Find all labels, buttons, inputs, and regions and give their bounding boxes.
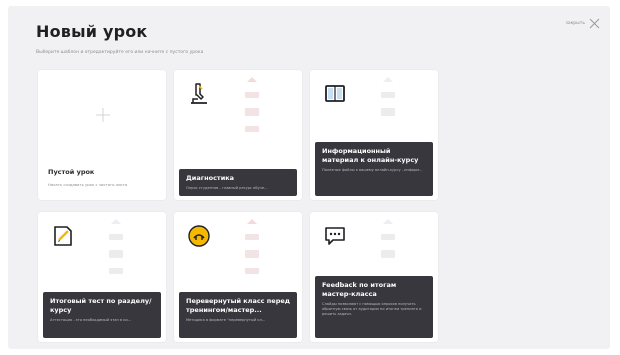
card-description: Начать создавать урок с чистого листа xyxy=(48,182,128,187)
slide-preview-icon xyxy=(245,219,259,274)
test-notepad-icon xyxy=(54,226,72,246)
card-footer: Диагностика Опрос студентов - главный ре… xyxy=(179,169,297,196)
close-icon[interactable] xyxy=(589,18,600,29)
card-title: Итоговый тест по разделу/курсу xyxy=(50,297,152,314)
template-card-final-test[interactable]: Итоговый тест по разделу/курсу Аттестаци… xyxy=(38,212,166,342)
card-description: Аттестация - это необходимый этап в ки..… xyxy=(50,318,132,322)
empty-lesson-card[interactable]: Пустой урок Начать создавать урок с чист… xyxy=(38,70,166,200)
template-card-info-material[interactable]: Информационный материал к онлайн-курсу П… xyxy=(310,70,438,200)
card-title: Информационный материал к онлайн-курсу xyxy=(322,147,419,164)
page-subtitle: Выберите шаблон и отредактируйте его или… xyxy=(36,50,204,55)
card-description: Слайды позволяют с помощью опросов получ… xyxy=(322,302,422,316)
card-footer: Информационный материал к онлайн-курсу П… xyxy=(315,142,433,196)
page: Новый урок Выберите шаблон и отредактиру… xyxy=(0,0,620,355)
card-footer: Итоговый тест по разделу/курсу Аттестаци… xyxy=(43,292,161,338)
card-description: Опрос студентов - главный ресурс обуче..… xyxy=(186,186,268,190)
card-title: Диагностика xyxy=(186,174,235,182)
page-title: Новый урок xyxy=(36,22,148,41)
card-title: Пустой урок xyxy=(48,168,95,176)
card-footer: Перевернутый класс перед тренингом/масте… xyxy=(179,292,297,338)
slide-preview-icon xyxy=(109,219,123,274)
template-card-diagnostics[interactable]: Диагностика Опрос студентов - главный ре… xyxy=(174,70,302,200)
chat-bubble-icon xyxy=(325,227,345,245)
card-description: Полезные файлы к вашему онлайн-курсу - и… xyxy=(322,168,423,172)
template-card-feedback[interactable]: Feedback по итогам мастер-класса Слайды … xyxy=(310,212,438,342)
template-card-flipped-class[interactable]: Перевернутый класс перед тренингом/масте… xyxy=(174,212,302,342)
card-title: Перевернутый класс перед тренингом/масте… xyxy=(186,297,291,314)
close-label: закрыть xyxy=(565,21,585,26)
book-icon xyxy=(325,85,345,102)
card-description: Методика в формате "перевернутый кл... xyxy=(186,318,266,322)
plus-icon xyxy=(96,108,110,122)
face-icon xyxy=(188,225,210,247)
card-footer: Feedback по итогам мастер-класса Слайды … xyxy=(315,276,433,338)
slide-preview-icon xyxy=(381,77,395,116)
slide-preview-icon xyxy=(245,77,259,132)
card-title: Feedback по итогам мастер-класса xyxy=(322,281,397,298)
new-lesson-dialog: Новый урок Выберите шаблон и отредактиру… xyxy=(8,6,610,349)
microscope-icon xyxy=(191,83,207,104)
close-button[interactable]: закрыть xyxy=(565,18,600,29)
